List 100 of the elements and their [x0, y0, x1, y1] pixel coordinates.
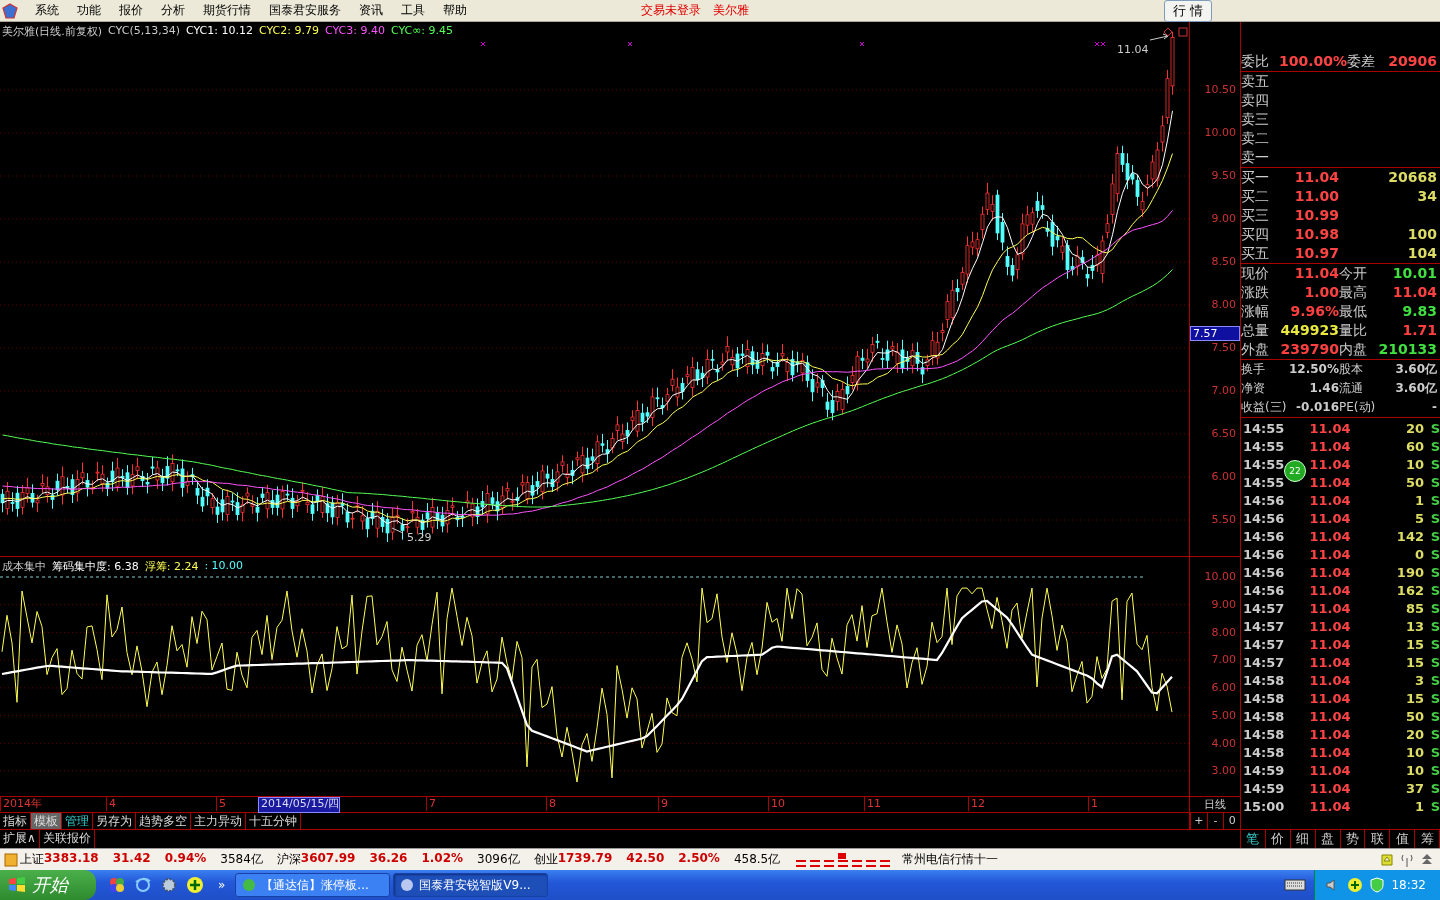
tick-volume: 162 [1395, 582, 1424, 600]
zoom-button[interactable]: + [1190, 813, 1207, 829]
balls-icon[interactable] [108, 876, 126, 894]
bid-label: 买一 [1241, 168, 1270, 187]
axis-label: 5.00 [1211, 708, 1236, 722]
stat-value: 11.04 [1293, 264, 1339, 283]
quicklaunch-more[interactable]: » [218, 878, 226, 892]
gear-icon[interactable] [160, 876, 178, 894]
tick-volume: 5 [1413, 510, 1424, 528]
leader-line [1149, 33, 1169, 41]
spread-label: 委差 [1347, 52, 1377, 71]
tick-price: 11.04 [1308, 546, 1352, 564]
tick-price: 11.04 [1308, 708, 1352, 726]
tick-side: S [1429, 654, 1440, 672]
template-tab[interactable]: 模板 [31, 813, 62, 829]
start-button[interactable]: 开始 [0, 870, 96, 900]
template-tab[interactable]: 管理 [62, 813, 93, 829]
app-logo-icon [2, 2, 18, 19]
tick-time: 14:56 [1243, 492, 1285, 510]
tick-time: 14:55 [1243, 438, 1285, 456]
upload-icon [1380, 852, 1394, 867]
axis-label: 4.00 [1211, 736, 1236, 750]
bid-label: 买二 [1241, 187, 1270, 206]
index-icon [4, 852, 18, 867]
axis-label: 6.00 [1211, 681, 1236, 695]
tick-price: 11.04 [1308, 672, 1352, 690]
index-change: 31.42 [112, 851, 151, 867]
tick-time: 14:58 [1243, 744, 1285, 762]
menu-item[interactable]: 帮助 [434, 2, 476, 19]
date-label[interactable]: 2014/05/15/四 [258, 797, 341, 813]
tick-side: S [1429, 708, 1440, 726]
window-icon [400, 878, 415, 892]
finance-value: - [1431, 399, 1437, 416]
tick-volume: 10 [1404, 456, 1424, 474]
period-label: 日线 [1203, 797, 1227, 812]
plus-icon[interactable] [1347, 877, 1364, 893]
date-label: 7 [426, 797, 436, 811]
axis-label: 10.00 [1204, 126, 1236, 139]
template-tab[interactable]: 趋势多空 [136, 813, 191, 829]
legend-label: 筹码集中度: 6.38 [52, 559, 139, 575]
taskbar-window[interactable]: 国泰君安锐智版V9... [393, 873, 549, 897]
axis-label: 10.50 [1204, 83, 1236, 96]
stat-value: 239790 [1279, 340, 1339, 359]
keyboard-icon[interactable] [1284, 878, 1307, 892]
tick-time: 14:58 [1243, 708, 1285, 726]
tick-side: S [1429, 726, 1440, 744]
up-arrows-icon [1420, 852, 1434, 867]
quote-button[interactable]: 行 情 [1164, 0, 1212, 22]
zoom-button[interactable]: 0 [1223, 813, 1240, 829]
tick-volume: 3 [1413, 672, 1424, 690]
template-tab[interactable]: 主力异动 [191, 813, 246, 829]
taskbar-window[interactable]: 【通达信】涨停板... [235, 873, 391, 897]
bid-label: 买三 [1241, 206, 1270, 225]
finance-value: 3.60亿 [1394, 380, 1437, 397]
menu-item[interactable]: 工具 [392, 2, 434, 19]
tick-volume: 1 [1413, 492, 1424, 510]
stat-label: 内盘 [1339, 340, 1368, 359]
tick-volume: 37 [1404, 780, 1424, 798]
tick-price: 11.04 [1308, 744, 1352, 762]
index-value: 1739.79 [557, 851, 613, 867]
menu-item[interactable]: 功能 [68, 2, 110, 19]
tick-time: 14:57 [1243, 600, 1285, 618]
menu-item[interactable]: 期货行情 [194, 2, 260, 19]
zoom-button[interactable]: - [1206, 813, 1224, 829]
template-tab[interactable]: 十五分钟 [246, 813, 301, 829]
stat-value: 210133 [1377, 340, 1437, 359]
tick-side: S [1429, 582, 1440, 600]
tick-time: 14:59 [1243, 762, 1285, 780]
plus-icon[interactable] [186, 876, 204, 894]
tick-side: S [1429, 636, 1440, 654]
marker-icon [480, 41, 486, 47]
axis-label: 7.50 [1211, 341, 1236, 354]
index-turnover: 3096亿 [477, 851, 520, 868]
tick-time: 14:58 [1243, 672, 1285, 690]
menu-item[interactable]: 资讯 [350, 2, 392, 19]
date-label: 9 [658, 797, 668, 811]
bid-label: 买五 [1241, 244, 1270, 263]
menu-item[interactable]: 系统 [26, 2, 68, 19]
index-turnover: 458.5亿 [733, 851, 781, 868]
stat-value: 11.04 [1391, 283, 1437, 302]
tick-price: 11.04 [1308, 492, 1352, 510]
menu-item[interactable]: 国泰君安服务 [260, 2, 350, 19]
legend-label: CYC∞: 9.45 [390, 24, 454, 39]
tick-price: 11.04 [1308, 600, 1352, 618]
tick-time: 14:57 [1243, 636, 1285, 654]
tick-side: S [1429, 510, 1440, 528]
tick-price: 11.04 [1308, 438, 1352, 456]
tick-time: 14:58 [1243, 726, 1285, 744]
index-name: 沪深 [276, 851, 301, 868]
low-price-label: 5.29 [407, 531, 432, 544]
menu-item[interactable]: 报价 [110, 2, 152, 19]
tick-price: 11.04 [1308, 798, 1352, 816]
menu-item[interactable]: 分析 [152, 2, 194, 19]
ask-label: 卖三 [1241, 110, 1270, 129]
template-tab[interactable]: 另存为 [93, 813, 136, 829]
shield-icon[interactable] [1369, 877, 1386, 893]
cursor-price-label: 7.57 [1190, 326, 1240, 341]
stat-label: 今开 [1339, 264, 1368, 283]
stat-label: 涨跌 [1241, 283, 1270, 302]
axis-label: 5.50 [1211, 513, 1236, 526]
